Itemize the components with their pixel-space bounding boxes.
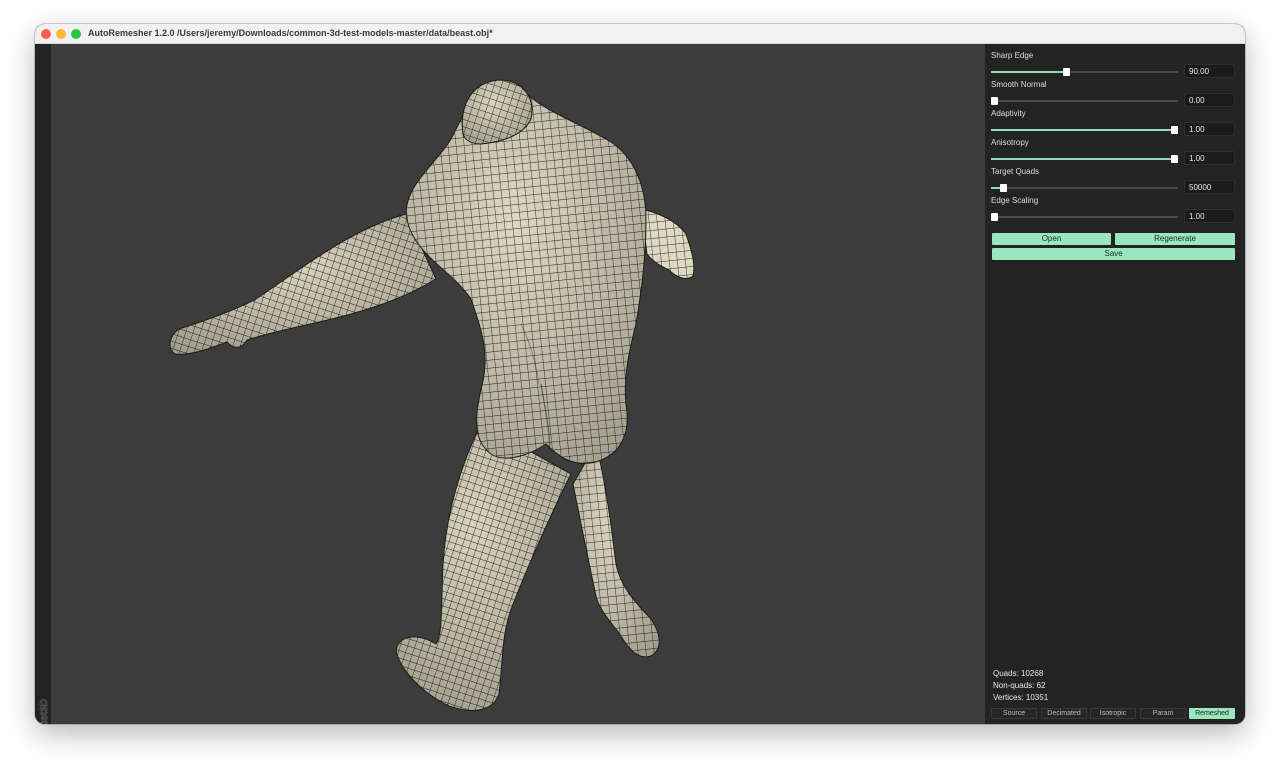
tab-remeshed[interactable]: Remeshed (1189, 708, 1235, 719)
slider-handle[interactable] (991, 213, 998, 221)
tab-source[interactable]: Source (991, 708, 1037, 719)
param-adaptivity: Adaptivity 1.00 (991, 102, 1239, 136)
close-window-button[interactable] (41, 29, 51, 39)
param-label: Edge Scaling (991, 196, 1039, 205)
param-label: Smooth Normal (991, 80, 1047, 89)
settings-panel: Sharp Edge 90.00 Smooth Normal 0.00 Adap… (985, 44, 1245, 724)
non-quads-count: Non-quads: 62 (993, 681, 1046, 690)
param-label: Anisotropy (991, 138, 1029, 147)
title-bar: AutoRemesher 1.2.0 /Users/jeremy/Downloa… (35, 24, 1245, 44)
vertices-count: Vertices: 10351 (993, 693, 1049, 702)
slider-track (991, 216, 1178, 218)
tab-param[interactable]: Param (1140, 708, 1186, 719)
tab-isotropic[interactable]: Isotropic (1090, 708, 1136, 719)
param-target-quads: Target Quads 50000 (991, 160, 1239, 194)
param-sharp-edge: Sharp Edge 90.00 (991, 44, 1239, 78)
dust3d-logo-icon: Dust3D (39, 699, 50, 724)
tab-decimated[interactable]: Decimated (1041, 708, 1087, 719)
view-mode-tabs: Source Decimated Isotropic Param Remeshe… (991, 708, 1237, 719)
minimize-window-button[interactable] (56, 29, 66, 39)
open-button[interactable]: Open (992, 233, 1111, 245)
param-edge-scaling: Edge Scaling 1.00 (991, 189, 1239, 223)
3d-viewport[interactable] (51, 44, 985, 724)
save-button[interactable]: Save (992, 248, 1235, 260)
param-label: Sharp Edge (991, 51, 1034, 60)
edge-scaling-value-input[interactable]: 1.00 (1184, 209, 1235, 223)
maximize-window-button[interactable] (71, 29, 81, 39)
edge-scaling-slider[interactable] (991, 211, 1178, 223)
left-sidebar-strip: Dust3D (35, 44, 51, 724)
param-label: Target Quads (991, 167, 1040, 176)
mesh-model[interactable] (51, 44, 985, 724)
regenerate-button[interactable]: Regenerate (1115, 233, 1235, 245)
quads-count: Quads: 10268 (993, 669, 1044, 678)
param-label: Adaptivity (991, 109, 1026, 118)
window-title: AutoRemesher 1.2.0 /Users/jeremy/Downloa… (88, 28, 493, 38)
mesh-stats: Quads: 10268 Non-quads: 62 Vertices: 103… (993, 668, 1048, 704)
param-anisotropy: Anisotropy 1.00 (991, 131, 1239, 165)
app-window: AutoRemesher 1.2.0 /Users/jeremy/Downloa… (35, 24, 1245, 724)
svg-text:Dust3D: Dust3D (39, 699, 50, 724)
param-smooth-normal: Smooth Normal 0.00 (991, 73, 1239, 107)
